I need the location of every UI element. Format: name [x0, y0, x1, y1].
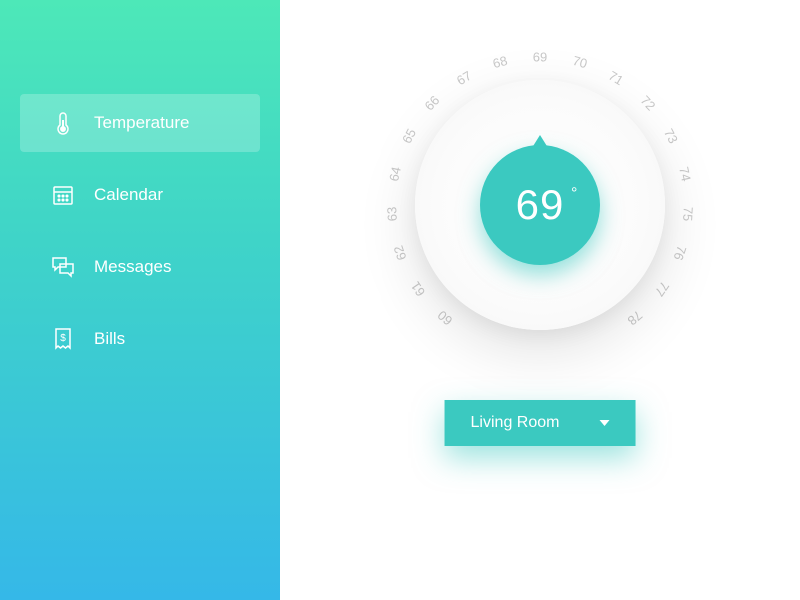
dial-tick: 63: [384, 206, 400, 221]
dial-tick: 64: [386, 165, 404, 182]
dial-tick: 67: [453, 68, 473, 88]
thermometer-icon: [50, 110, 76, 136]
temperature-dial[interactable]: 60616263646566676869707172737475767778 6…: [415, 80, 665, 330]
sidebar-item-label: Bills: [94, 329, 125, 349]
dial-tick: 73: [661, 126, 681, 146]
sidebar-item-temperature[interactable]: Temperature: [20, 94, 260, 152]
dial-tick: 68: [491, 53, 509, 71]
chevron-down-icon: [599, 420, 609, 426]
calendar-icon: [50, 182, 76, 208]
sidebar-item-bills[interactable]: $ Bills: [20, 310, 260, 368]
dial-outer-ring: 69°: [415, 80, 665, 330]
bills-icon: $: [50, 326, 76, 352]
dial-tick: 61: [408, 278, 429, 298]
dial-tick: 62: [391, 244, 410, 263]
dial-tick: 71: [606, 68, 626, 88]
dial-tick: 70: [571, 53, 589, 71]
dial-tick: 66: [422, 93, 443, 114]
sidebar-item-label: Calendar: [94, 185, 163, 205]
dial-tick: 69: [533, 50, 547, 65]
dial-tick: 60: [435, 308, 456, 329]
dial-tick: 74: [676, 165, 694, 182]
dial-tick: 65: [399, 126, 419, 146]
sidebar-item-label: Temperature: [94, 113, 189, 133]
dial-tick: 75: [680, 206, 696, 221]
dial-tick: 78: [625, 308, 646, 329]
sidebar: Temperature Calendar Messages: [0, 0, 280, 600]
sidebar-item-messages[interactable]: Messages: [20, 238, 260, 296]
temperature-value: 69°: [516, 181, 565, 229]
dial-pointer-icon: [530, 135, 550, 151]
sidebar-item-label: Messages: [94, 257, 171, 277]
dial-tick: 72: [637, 93, 658, 114]
room-dropdown-label: Living Room: [471, 414, 560, 432]
dial-knob[interactable]: 69°: [480, 145, 600, 265]
sidebar-item-calendar[interactable]: Calendar: [20, 166, 260, 224]
messages-icon: [50, 254, 76, 280]
room-dropdown[interactable]: Living Room: [445, 400, 636, 446]
dial-tick: 77: [652, 278, 673, 298]
svg-text:$: $: [60, 333, 66, 344]
degree-symbol: °: [571, 185, 578, 203]
dial-tick: 76: [671, 244, 690, 263]
main-panel: 60 61 62 63 64 6566 67 68 69 70 71 7273 74 75 76 77 78 6…: [280, 0, 800, 600]
